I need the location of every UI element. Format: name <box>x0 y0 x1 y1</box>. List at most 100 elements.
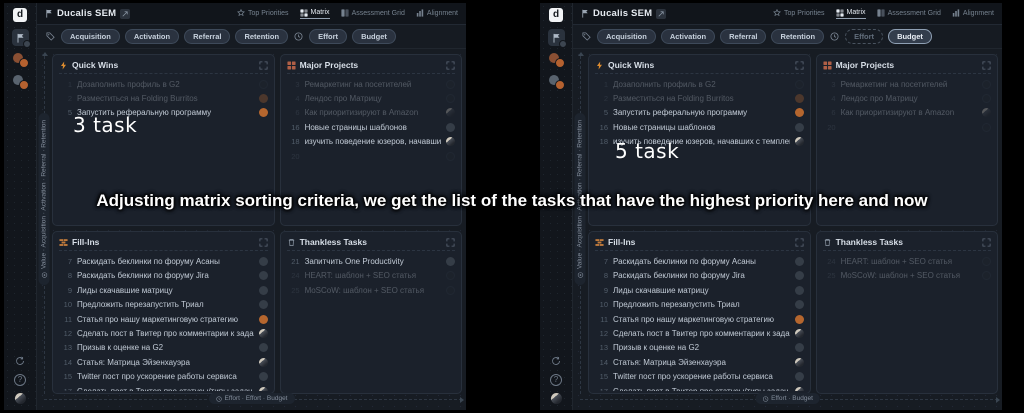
task-row[interactable]: 14Статья: Матрица Эйзенхауэра <box>59 355 268 369</box>
task-row[interactable]: 18изучить поведение юзеров, начавших с т… <box>287 135 455 149</box>
task-row[interactable]: 20 <box>287 149 455 163</box>
quadrant-header: Major Projects <box>823 58 991 74</box>
sync-icon[interactable] <box>550 355 562 367</box>
expand-icon[interactable] <box>982 238 991 247</box>
task-row[interactable]: 11Статья про нашу маркетинговую стратеги… <box>595 312 804 326</box>
ducalis-logo[interactable]: d <box>13 8 27 22</box>
task-row[interactable]: 17Сделать пост в Твитер про статусы/типы… <box>59 384 268 391</box>
expand-icon[interactable] <box>446 238 455 247</box>
task-row[interactable]: 9Лиды скачавшие матрицу <box>595 283 804 297</box>
workspace-avatars[interactable] <box>12 53 29 68</box>
tab-activation[interactable]: Activation <box>661 29 715 45</box>
task-row[interactable]: 1Дозаполнить профиль в G2 <box>59 77 268 91</box>
task-row[interactable]: 7Раскидать беклинки по форуму Асаны <box>59 254 268 268</box>
view-alignment[interactable]: Alignment <box>416 9 458 18</box>
task-row[interactable]: 6Как приоритизируют в Amazon <box>823 106 991 120</box>
tab-referral[interactable]: Referral <box>184 29 230 45</box>
task-row[interactable]: 12Сделать пост в Твитер про комментарии … <box>59 326 268 340</box>
window-grid-icon <box>287 61 296 70</box>
task-row[interactable]: 10Предложить перезапустить Триал <box>595 298 804 312</box>
expand-icon[interactable] <box>982 61 991 70</box>
quadrant-header: Fill-Ins <box>595 235 804 251</box>
view-top-priorities[interactable]: Top Priorities <box>773 9 824 18</box>
task-row[interactable]: 25MoSCoW: шаблон + SEO статья <box>287 283 455 297</box>
expand-icon[interactable] <box>795 61 804 70</box>
effort-axis-label[interactable]: Effort · Budget <box>755 393 820 404</box>
expand-icon[interactable] <box>795 238 804 247</box>
member-avatar-badge <box>555 80 565 90</box>
task-row[interactable]: 20 <box>823 120 991 134</box>
tab-retention[interactable]: Retention <box>771 29 824 45</box>
task-row[interactable]: 9Лиды скачавшие матрицу <box>59 283 268 297</box>
task-row[interactable]: 7Раскидать беклинки по форуму Асаны <box>595 254 804 268</box>
board-flag-button[interactable] <box>12 29 29 46</box>
task-row[interactable]: 24HEART: шаблон + SEO статья <box>287 269 455 283</box>
tab-retention[interactable]: Retention <box>235 29 288 45</box>
tab-acquisition[interactable]: Acquisition <box>61 29 120 45</box>
tab-budget[interactable]: Budget <box>352 29 396 45</box>
star-icon <box>773 9 781 17</box>
task-row[interactable]: 21Запитчить One Productivity <box>287 254 455 268</box>
task-row[interactable]: 13Призыв к оценке на G2 <box>595 341 804 355</box>
task-title: Статья про нашу маркетинговую стратегию <box>77 315 254 324</box>
task-row[interactable]: 24HEART: шаблон + SEO статья <box>823 254 991 268</box>
tab-effort[interactable]: Effort <box>309 29 347 45</box>
tab-referral[interactable]: Referral <box>720 29 766 45</box>
help-icon[interactable]: ? <box>550 374 562 386</box>
view-alignment[interactable]: Alignment <box>952 9 994 18</box>
task-row[interactable]: 5Запустить реферальную программу <box>595 106 804 120</box>
effort-axis-label[interactable]: Effort · Effort · Budget <box>209 393 295 404</box>
task-row[interactable]: 16Новые страницы шаблонов <box>595 120 804 134</box>
lightning-icon <box>595 61 604 70</box>
view-matrix[interactable]: Matrix <box>836 9 866 19</box>
task-row[interactable]: 10Предложить перезапустить Триал <box>59 298 268 312</box>
task-row[interactable]: 2Разместиться на Folding Burritos <box>595 91 804 105</box>
quadrant-header: Major Projects <box>287 58 455 74</box>
task-row[interactable]: 11Статья про нашу маркетинговую стратеги… <box>59 312 268 326</box>
view-switcher: Top Priorities Matrix Assessment Grid Align… <box>773 9 994 19</box>
view-assessment-grid[interactable]: Assessment Grid <box>877 9 941 18</box>
quadrant-fill-ins: Fill-Ins 7Раскидать беклинки по форуму А… <box>588 231 811 394</box>
task-row[interactable]: 13Призыв к оценке на G2 <box>59 341 268 355</box>
task-row[interactable]: 12Сделать пост в Твитер про комментарии … <box>595 326 804 340</box>
task-row[interactable]: 4Лендос про Матрицу <box>287 91 455 105</box>
expand-icon[interactable] <box>259 61 268 70</box>
task-row[interactable]: 1Дозаполнить профиль в G2 <box>595 77 804 91</box>
user-avatar[interactable] <box>551 393 562 404</box>
board-badge-icon[interactable] <box>120 9 130 19</box>
expand-icon[interactable] <box>259 238 268 247</box>
ducalis-logo[interactable]: d <box>549 8 563 22</box>
help-icon[interactable]: ? <box>14 374 26 386</box>
task-title: Ремаркетинг на посетителей <box>841 80 977 89</box>
workspace-avatars-2[interactable] <box>548 75 565 90</box>
user-avatar[interactable] <box>15 393 26 404</box>
workspace-avatars-2[interactable] <box>12 75 29 90</box>
task-row[interactable]: 4Лендос про Матрицу <box>823 91 991 105</box>
view-top-priorities[interactable]: Top Priorities <box>237 9 288 18</box>
tab-activation[interactable]: Activation <box>125 29 179 45</box>
board-flag-button[interactable] <box>548 29 565 46</box>
task-row[interactable]: 15Twitter пост про ускорение работы серв… <box>59 370 268 384</box>
sync-icon[interactable] <box>14 355 26 367</box>
workspace-avatars[interactable] <box>548 53 565 68</box>
task-row[interactable]: 16Новые страницы шаблонов <box>287 120 455 134</box>
task-row[interactable]: 8Раскидать беклинки по форуму Jira <box>595 269 804 283</box>
task-row[interactable]: 3Ремаркетинг на посетителей <box>287 77 455 91</box>
view-matrix[interactable]: Matrix <box>300 9 330 19</box>
task-row[interactable]: 15Twitter пост про ускорение работы серв… <box>595 370 804 384</box>
task-row[interactable]: 2Разместиться на Folding Burritos <box>59 91 268 105</box>
task-row[interactable]: 6Как приоритизируют в Amazon <box>287 106 455 120</box>
task-row[interactable]: 17Сделать пост в Твитер про статусы/типы… <box>595 384 804 391</box>
task-row[interactable]: 3Ремаркетинг на посетителей <box>823 77 991 91</box>
task-row[interactable]: 14Статья: Матрица Эйзенхауэра <box>595 355 804 369</box>
board-badge-icon[interactable] <box>656 9 666 19</box>
tab-acquisition[interactable]: Acquisition <box>597 29 656 45</box>
tab-budget[interactable]: Budget <box>888 29 932 45</box>
expand-icon[interactable] <box>446 61 455 70</box>
alignment-icon <box>952 9 960 17</box>
task-row[interactable]: 8Раскидать беклинки по форуму Jira <box>59 269 268 283</box>
tab-effort[interactable]: Effort <box>845 29 883 45</box>
task-number: 11 <box>595 315 608 324</box>
task-row[interactable]: 25MoSCoW: шаблон + SEO статья <box>823 269 991 283</box>
view-assessment-grid[interactable]: Assessment Grid <box>341 9 405 18</box>
